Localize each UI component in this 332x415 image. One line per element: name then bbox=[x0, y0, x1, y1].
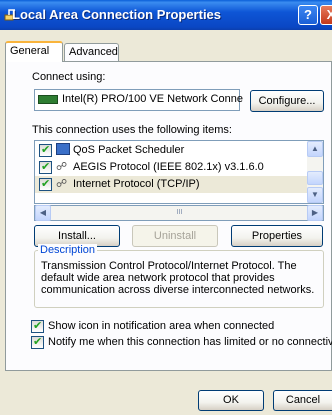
item-label: Internet Protocol (TCP/IP) bbox=[73, 178, 200, 190]
uninstall-button: Uninstall bbox=[132, 225, 218, 247]
show-icon-checkbox[interactable] bbox=[31, 319, 44, 333]
components-list[interactable]: QoS Packet Scheduler ☍ AEGIS Protocol (I… bbox=[34, 140, 324, 204]
description-text: Transmission Control Protocol/Internet P… bbox=[41, 260, 315, 296]
item-label: AEGIS Protocol (IEEE 802.1x) v3.1.6.0 bbox=[73, 161, 264, 173]
list-item[interactable]: ☍ AEGIS Protocol (IEEE 802.1x) v3.1.6.0 bbox=[35, 159, 323, 176]
description-legend: Description bbox=[38, 244, 98, 256]
adapter-name: Intel(R) PRO/100 VE Network Conne bbox=[62, 93, 243, 105]
protocol-icon: ☍ bbox=[56, 161, 68, 173]
network-adapter-icon bbox=[38, 95, 58, 104]
list-item-selected[interactable]: ☍ Internet Protocol (TCP/IP) bbox=[35, 176, 323, 193]
scroll-up-icon[interactable]: ▲ bbox=[307, 141, 323, 157]
tab-advanced[interactable]: Advanced bbox=[64, 43, 119, 61]
protocol-icon: ☍ bbox=[56, 178, 68, 190]
notify-checkbox[interactable] bbox=[31, 335, 44, 349]
item-checkbox[interactable] bbox=[39, 160, 52, 174]
horizontal-scrollbar[interactable]: ◀ III ▶ bbox=[34, 205, 324, 221]
scroll-down-icon[interactable]: ▼ bbox=[307, 187, 323, 203]
tab-general[interactable]: General bbox=[5, 41, 63, 62]
vertical-scrollbar[interactable]: ▲ ▼ bbox=[307, 141, 323, 203]
item-label: QoS Packet Scheduler bbox=[73, 144, 185, 156]
show-icon-label[interactable]: Show icon in notification area when conn… bbox=[48, 320, 274, 332]
item-checkbox[interactable] bbox=[39, 177, 52, 191]
item-checkbox[interactable] bbox=[39, 143, 52, 157]
cancel-button[interactable]: Cancel bbox=[273, 390, 332, 411]
help-button[interactable]: ? bbox=[298, 5, 318, 25]
scheduler-icon bbox=[56, 143, 70, 155]
ok-button[interactable]: OK bbox=[198, 390, 264, 411]
window-title: Local Area Connection Properties bbox=[12, 7, 222, 22]
scroll-left-icon[interactable]: ◀ bbox=[35, 205, 51, 221]
connect-using-label: Connect using: bbox=[32, 71, 106, 83]
scroll-right-icon[interactable]: ▶ bbox=[307, 205, 323, 221]
properties-button[interactable]: Properties bbox=[231, 225, 323, 247]
notify-label[interactable]: Notify me when this connection has limit… bbox=[48, 336, 332, 348]
list-item[interactable]: QoS Packet Scheduler bbox=[35, 142, 323, 159]
items-label: This connection uses the following items… bbox=[32, 124, 232, 136]
close-button[interactable]: X bbox=[320, 5, 332, 25]
configure-button[interactable]: Configure... bbox=[250, 90, 324, 112]
scroll-track[interactable]: III bbox=[52, 206, 307, 220]
scroll-thumb[interactable] bbox=[307, 171, 323, 185]
